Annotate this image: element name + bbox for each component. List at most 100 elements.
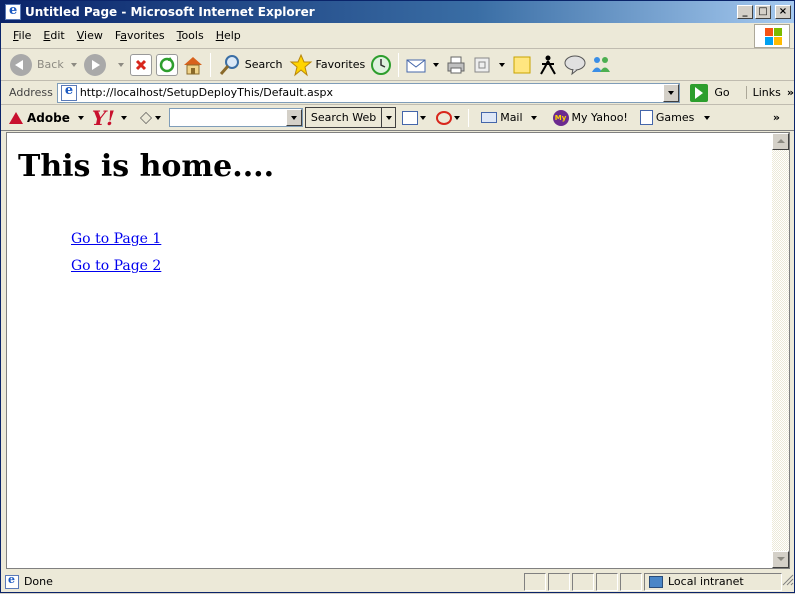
chevron-down-icon <box>290 115 297 120</box>
favorites-button[interactable]: Favorites <box>286 51 369 79</box>
menu-view[interactable]: View <box>71 27 109 44</box>
title-bar[interactable]: Untitled Page - Microsoft Internet Explo… <box>1 1 794 23</box>
scroll-up-button[interactable] <box>772 133 789 150</box>
yahoo-logo-icon[interactable]: Y! <box>92 108 115 128</box>
window-title: Untitled Page - Microsoft Internet Explo… <box>25 5 315 19</box>
resize-grip-icon[interactable] <box>782 573 794 591</box>
chevron-down-icon <box>668 90 675 95</box>
menu-file[interactable]: File <box>7 27 37 44</box>
games-dropdown-icon[interactable] <box>704 115 711 120</box>
discuss-icon[interactable] <box>511 54 533 76</box>
page-viewport: This is home.... Go to Page 1 Go to Page… <box>6 132 790 569</box>
scroll-down-button[interactable] <box>772 551 789 568</box>
address-bar: Address http://localhost/SetupDeployThis… <box>1 81 794 105</box>
page-heading: This is home.... <box>18 149 275 184</box>
forward-button[interactable] <box>81 51 114 79</box>
stop-icon[interactable] <box>129 53 152 76</box>
star-icon <box>289 53 312 76</box>
yahoo-dropdown-icon[interactable] <box>120 115 127 120</box>
close-button[interactable]: × <box>775 5 791 19</box>
search-button[interactable]: Search <box>215 51 286 79</box>
minimize-button[interactable]: _ <box>737 5 753 19</box>
games-button[interactable]: Games <box>656 111 694 124</box>
adobe-dropdown-icon[interactable] <box>77 115 84 120</box>
home-icon[interactable] <box>182 54 204 76</box>
vertical-scrollbar[interactable] <box>772 133 789 568</box>
go-arrow-icon <box>690 83 709 102</box>
back-arrow-icon <box>10 53 32 76</box>
messenger-icon[interactable] <box>537 54 559 76</box>
search-icon <box>219 54 239 75</box>
menu-help[interactable]: Help <box>210 27 247 44</box>
link-page-1[interactable]: Go to Page 1 <box>71 231 161 247</box>
print-icon[interactable] <box>445 54 467 76</box>
games-icon <box>639 110 653 125</box>
status-text: Done <box>23 575 53 588</box>
ie-icon[interactable] <box>5 3 21 20</box>
yahoo-toolbar: Adobe Y! Search Web Mail My My Yahoo! Ga… <box>1 105 794 131</box>
address-input[interactable]: http://localhost/SetupDeployThis/Default… <box>80 86 664 99</box>
crosshair-dropdown-icon[interactable] <box>454 115 461 120</box>
edit-dropdown-icon[interactable] <box>499 62 506 67</box>
adobe-icon <box>9 111 23 124</box>
menu-tools[interactable]: Tools <box>171 27 210 44</box>
menu-favorites[interactable]: Favorites <box>109 27 171 44</box>
search-web-dropdown[interactable] <box>382 107 397 128</box>
forward-dropdown-icon[interactable] <box>117 62 124 67</box>
crosshair-icon[interactable] <box>436 110 453 125</box>
menu-bar: File Edit View Favorites Tools Help <box>1 23 794 49</box>
maximize-button[interactable]: □ <box>755 5 771 19</box>
search-history-button[interactable] <box>285 109 302 126</box>
yahoo-mail-icon <box>481 112 498 123</box>
pencil-dropdown-icon[interactable] <box>154 115 161 120</box>
toolbar-overflow-button[interactable]: » <box>773 111 780 124</box>
page-status-icon <box>5 573 19 589</box>
links-button[interactable]: Links <box>745 86 781 99</box>
toolbar-separator <box>209 52 211 77</box>
mail-dropdown-icon[interactable] <box>530 115 537 120</box>
link-page-2[interactable]: Go to Page 2 <box>71 258 161 274</box>
page-icon <box>60 83 77 101</box>
highlight-dropdown-icon[interactable] <box>420 115 427 120</box>
status-panes: Local intranet <box>522 572 794 591</box>
go-button[interactable]: Go <box>686 83 733 102</box>
standard-toolbar: Back Search Favorites <box>1 49 794 81</box>
mail-button[interactable]: Mail <box>500 111 522 124</box>
back-button[interactable]: Back <box>7 51 67 79</box>
toolbar-separator <box>468 108 470 127</box>
toolbar-separator <box>398 52 400 77</box>
status-pane <box>596 572 618 591</box>
research-icon[interactable] <box>563 54 586 76</box>
search-web-button[interactable]: Search Web <box>304 107 383 128</box>
chevron-down-icon <box>385 115 392 120</box>
page-links: Go to Page 1 Go to Page 2 <box>71 231 161 285</box>
history-icon[interactable] <box>370 54 392 76</box>
msn-messenger-icon[interactable] <box>589 54 611 76</box>
address-dropdown-button[interactable] <box>663 83 680 102</box>
mail-dropdown-icon[interactable] <box>433 62 440 67</box>
mail-icon[interactable] <box>405 54 427 76</box>
address-field[interactable]: http://localhost/SetupDeployThis/Default… <box>56 82 681 103</box>
browser-window: Untitled Page - Microsoft Internet Explo… <box>0 0 795 593</box>
status-pane <box>620 572 642 591</box>
windows-logo-icon <box>754 24 790 48</box>
status-pane <box>572 572 594 591</box>
status-pane <box>524 572 546 591</box>
my-yahoo-button[interactable]: My Yahoo! <box>572 111 628 124</box>
my-yahoo-icon: My <box>552 109 569 126</box>
menu-edit[interactable]: Edit <box>37 27 70 44</box>
security-zone[interactable]: Local intranet <box>644 572 782 591</box>
intranet-icon <box>649 575 663 588</box>
pencil-icon[interactable] <box>139 111 152 124</box>
edit-icon[interactable] <box>471 54 493 76</box>
status-pane <box>548 572 570 591</box>
back-dropdown-icon[interactable] <box>70 62 77 67</box>
adobe-button[interactable]: Adobe <box>9 111 70 125</box>
address-label: Address <box>9 86 53 99</box>
refresh-icon[interactable] <box>155 53 178 76</box>
forward-arrow-icon <box>83 53 106 76</box>
links-overflow-button[interactable]: » <box>787 86 794 99</box>
highlight-icon[interactable] <box>402 110 419 125</box>
status-bar: Done Local intranet <box>1 571 794 592</box>
yahoo-search-input[interactable] <box>168 108 303 127</box>
